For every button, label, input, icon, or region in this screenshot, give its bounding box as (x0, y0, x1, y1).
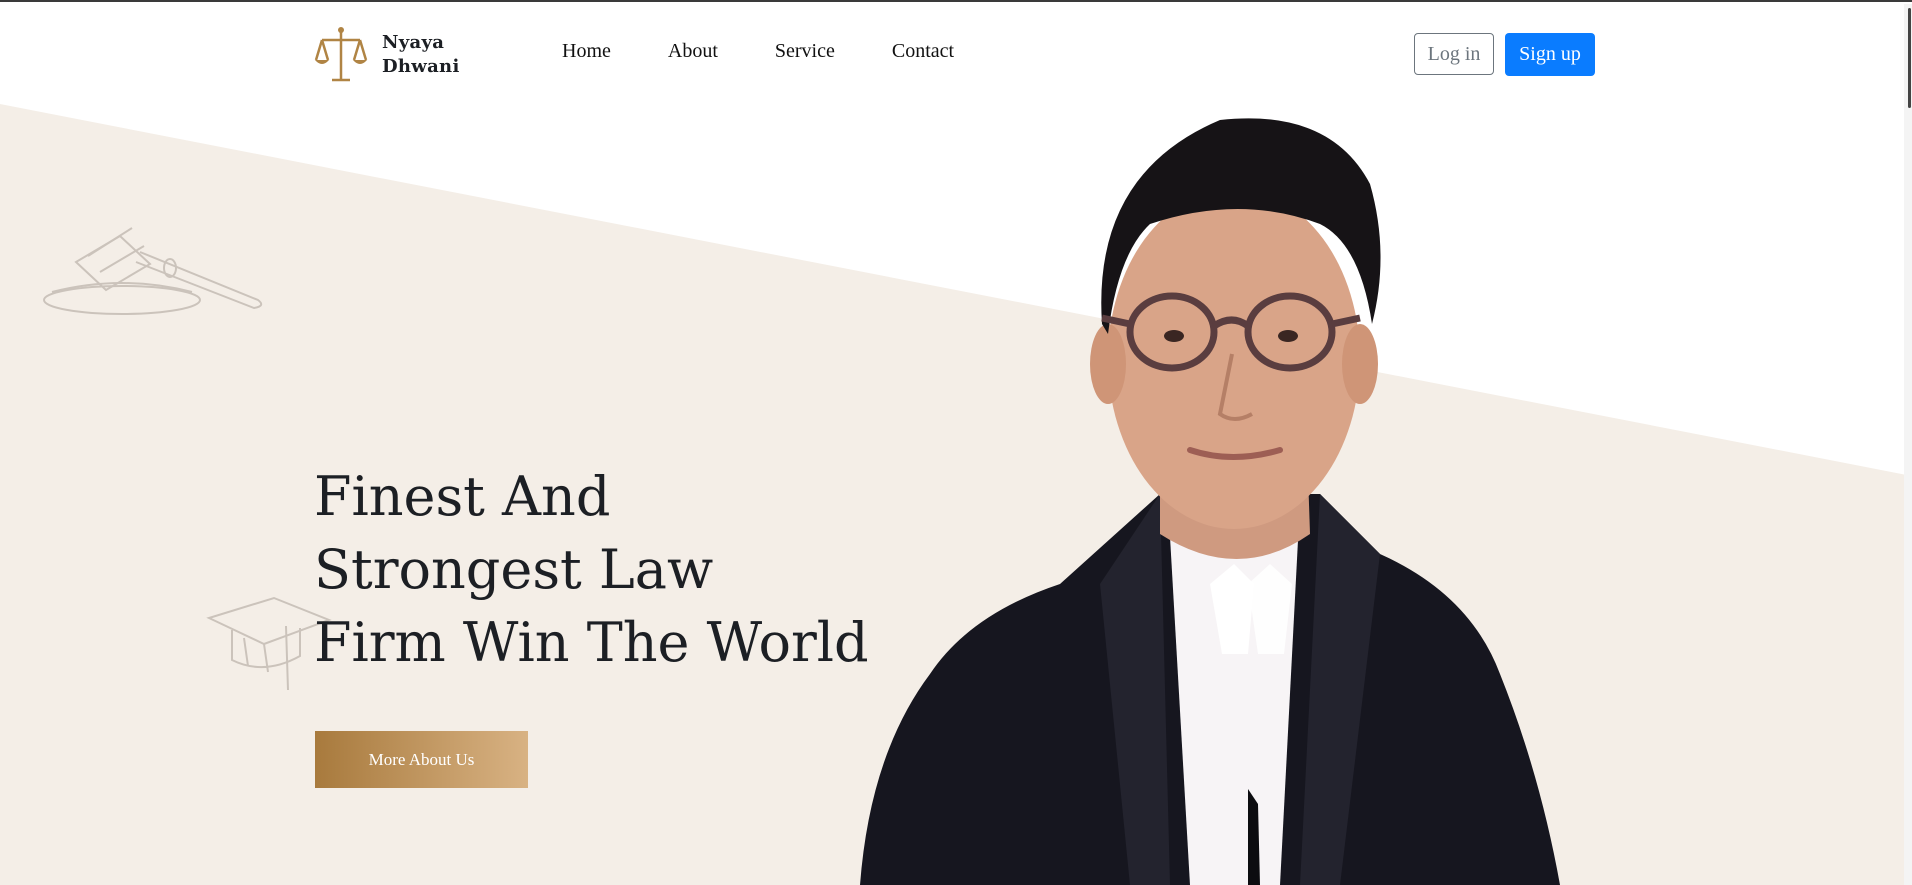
brand-name-line2: Dhwani (382, 56, 460, 77)
signup-button[interactable]: Sign up (1505, 33, 1595, 76)
scrollbar-thumb[interactable] (1908, 8, 1911, 108)
brand-name-line1: Nyaya (382, 32, 445, 53)
lawyer-portrait-image (860, 118, 1560, 885)
page: Nyaya Dhwani Home About Service Contact … (0, 0, 1912, 885)
gavel-icon (43, 227, 263, 315)
page-scrollbar[interactable] (1904, 4, 1912, 885)
scales-of-justice-icon (314, 27, 368, 82)
brand-logo[interactable]: Nyaya Dhwani (314, 26, 460, 84)
nav-link-service[interactable]: Service (775, 40, 835, 63)
brand-name: Nyaya Dhwani (382, 31, 460, 79)
navbar: Nyaya Dhwani Home About Service Contact … (0, 2, 1912, 102)
nav-link-about[interactable]: About (668, 40, 718, 63)
nav-link-home[interactable]: Home (562, 40, 611, 63)
hero-title-line-3: Firm Win The World (314, 611, 869, 674)
login-button[interactable]: Log in (1414, 33, 1494, 75)
more-about-us-button[interactable]: More About Us (315, 731, 528, 788)
nav-link-contact[interactable]: Contact (892, 40, 954, 63)
hero-title: Finest And Strongest Law Firm Win The Wo… (314, 460, 869, 679)
hero-title-line-1: Finest And (314, 465, 611, 528)
hero-title-line-2: Strongest Law (314, 538, 714, 601)
main-nav: Home About Service Contact (562, 40, 1011, 63)
